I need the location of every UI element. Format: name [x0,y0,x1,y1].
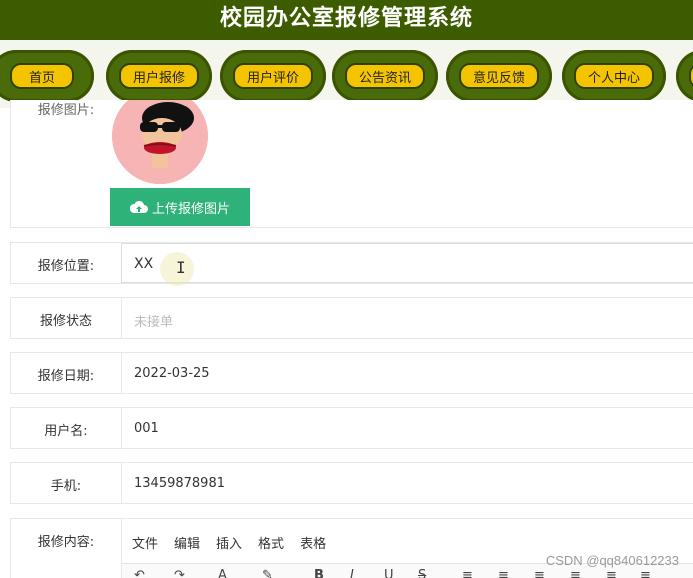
strikethrough-icon[interactable]: S [418,568,426,578]
align-center-icon[interactable]: ≡ [498,568,509,578]
app-title: 校园办公室报修管理系统 [219,6,473,31]
outdent-icon[interactable]: ≡ [640,568,651,578]
form-row-location: 报修位置: XX [10,242,693,284]
upload-image-button[interactable]: 上传报修图片 [110,188,250,226]
date-input-value: 2022-03-25 [134,366,210,381]
nav-item-announcements[interactable]: 公告资讯 [332,50,438,102]
nav-item-user-repair[interactable]: 用户报修 [106,50,212,102]
phone-input-value: 13459878981 [134,476,225,491]
location-label: 报修位置: [37,259,95,274]
nav-item-user-review-label[interactable]: 用户评价 [232,63,313,89]
text-cursor-icon: I [176,258,186,277]
nav-item-overflow-pill[interactable] [689,63,693,89]
nav-item-user-repair-label[interactable]: 用户报修 [118,63,199,89]
highlight-icon[interactable]: ✎ [262,568,273,578]
editor-menubar: 文件 编辑 插入 格式 表格 [132,533,326,552]
nav-item-overflow[interactable] [676,50,693,102]
location-input[interactable]: XX [121,243,693,283]
bold-icon[interactable]: B [314,568,324,578]
status-input-placeholder: 未接单 [134,315,174,330]
nav-item-home[interactable]: 首页 [0,50,94,102]
editor-menu-file[interactable]: 文件 [132,533,158,552]
align-left-icon[interactable]: ≡ [462,568,473,578]
watermark: CSDN @qq840612233 [545,553,679,568]
phone-input[interactable]: 13459878981 [121,463,693,503]
align-justify-icon[interactable]: ≡ [570,568,581,578]
content-editor[interactable]: 文件 编辑 插入 格式 表格 ↶ ↷ A ✎ B I U S ≡ ≡ ≡ ≡ ≡… [121,519,693,578]
editor-menu-table[interactable]: 表格 [300,533,326,552]
status-input[interactable]: 未接单 [121,298,693,338]
redo-icon[interactable]: ↷ [174,568,185,578]
phone-label: 手机: [50,479,82,494]
align-right-icon[interactable]: ≡ [534,568,545,578]
nav-item-home-label[interactable]: 首页 [10,63,74,89]
editor-menu-edit[interactable]: 编辑 [174,533,200,552]
nav-item-feedback[interactable]: 意见反馈 [446,50,552,102]
app-header: 校园办公室报修管理系统 [0,0,693,40]
font-color-icon[interactable]: A [218,568,227,578]
form-row-status: 报修状态 未接单 [10,297,693,339]
upload-image-button-label: 上传报修图片 [151,201,230,217]
nav-item-feedback-label[interactable]: 意见反馈 [458,63,539,89]
underline-icon[interactable]: U [384,568,394,578]
status-label: 报修状态 [39,314,92,329]
nav-item-personal-center[interactable]: 个人中心 [562,50,666,102]
nav-item-personal-center-label[interactable]: 个人中心 [573,63,654,89]
nav-item-announcements-label[interactable]: 公告资讯 [344,63,425,89]
editor-menu-format[interactable]: 格式 [258,533,284,552]
date-label: 报修日期: [37,369,95,384]
main-nav: 首页 用户报修 用户评价 公告资讯 意见反馈 个人中心 [0,40,693,108]
image-label: 报修图片: [37,103,95,118]
form-row-phone: 手机: 13459878981 [10,462,693,504]
username-label: 用户名: [44,424,88,439]
form-row-content: 报修内容: 文件 编辑 插入 格式 表格 ↶ ↷ A ✎ B I U S ≡ ≡… [10,518,693,578]
cloud-upload-icon [129,200,148,213]
date-input[interactable]: 2022-03-25 [121,353,693,393]
username-input-value: 001 [134,421,159,436]
form-row-date: 报修日期: 2022-03-25 [10,352,693,394]
location-input-value: XX [134,256,154,272]
undo-icon[interactable]: ↶ [134,568,145,578]
editor-menu-insert[interactable]: 插入 [216,533,242,552]
repair-form: 报修图片: 上传报修图片 报修位置: XX 报修状态 未接单 报修日期: 202… [0,100,693,578]
indent-icon[interactable]: ≡ [606,568,617,578]
form-row-username: 用户名: 001 [10,407,693,449]
italic-icon[interactable]: I [350,568,354,578]
username-input[interactable]: 001 [121,408,693,448]
content-label: 报修内容: [37,535,95,550]
nav-item-user-review[interactable]: 用户评价 [220,50,326,102]
